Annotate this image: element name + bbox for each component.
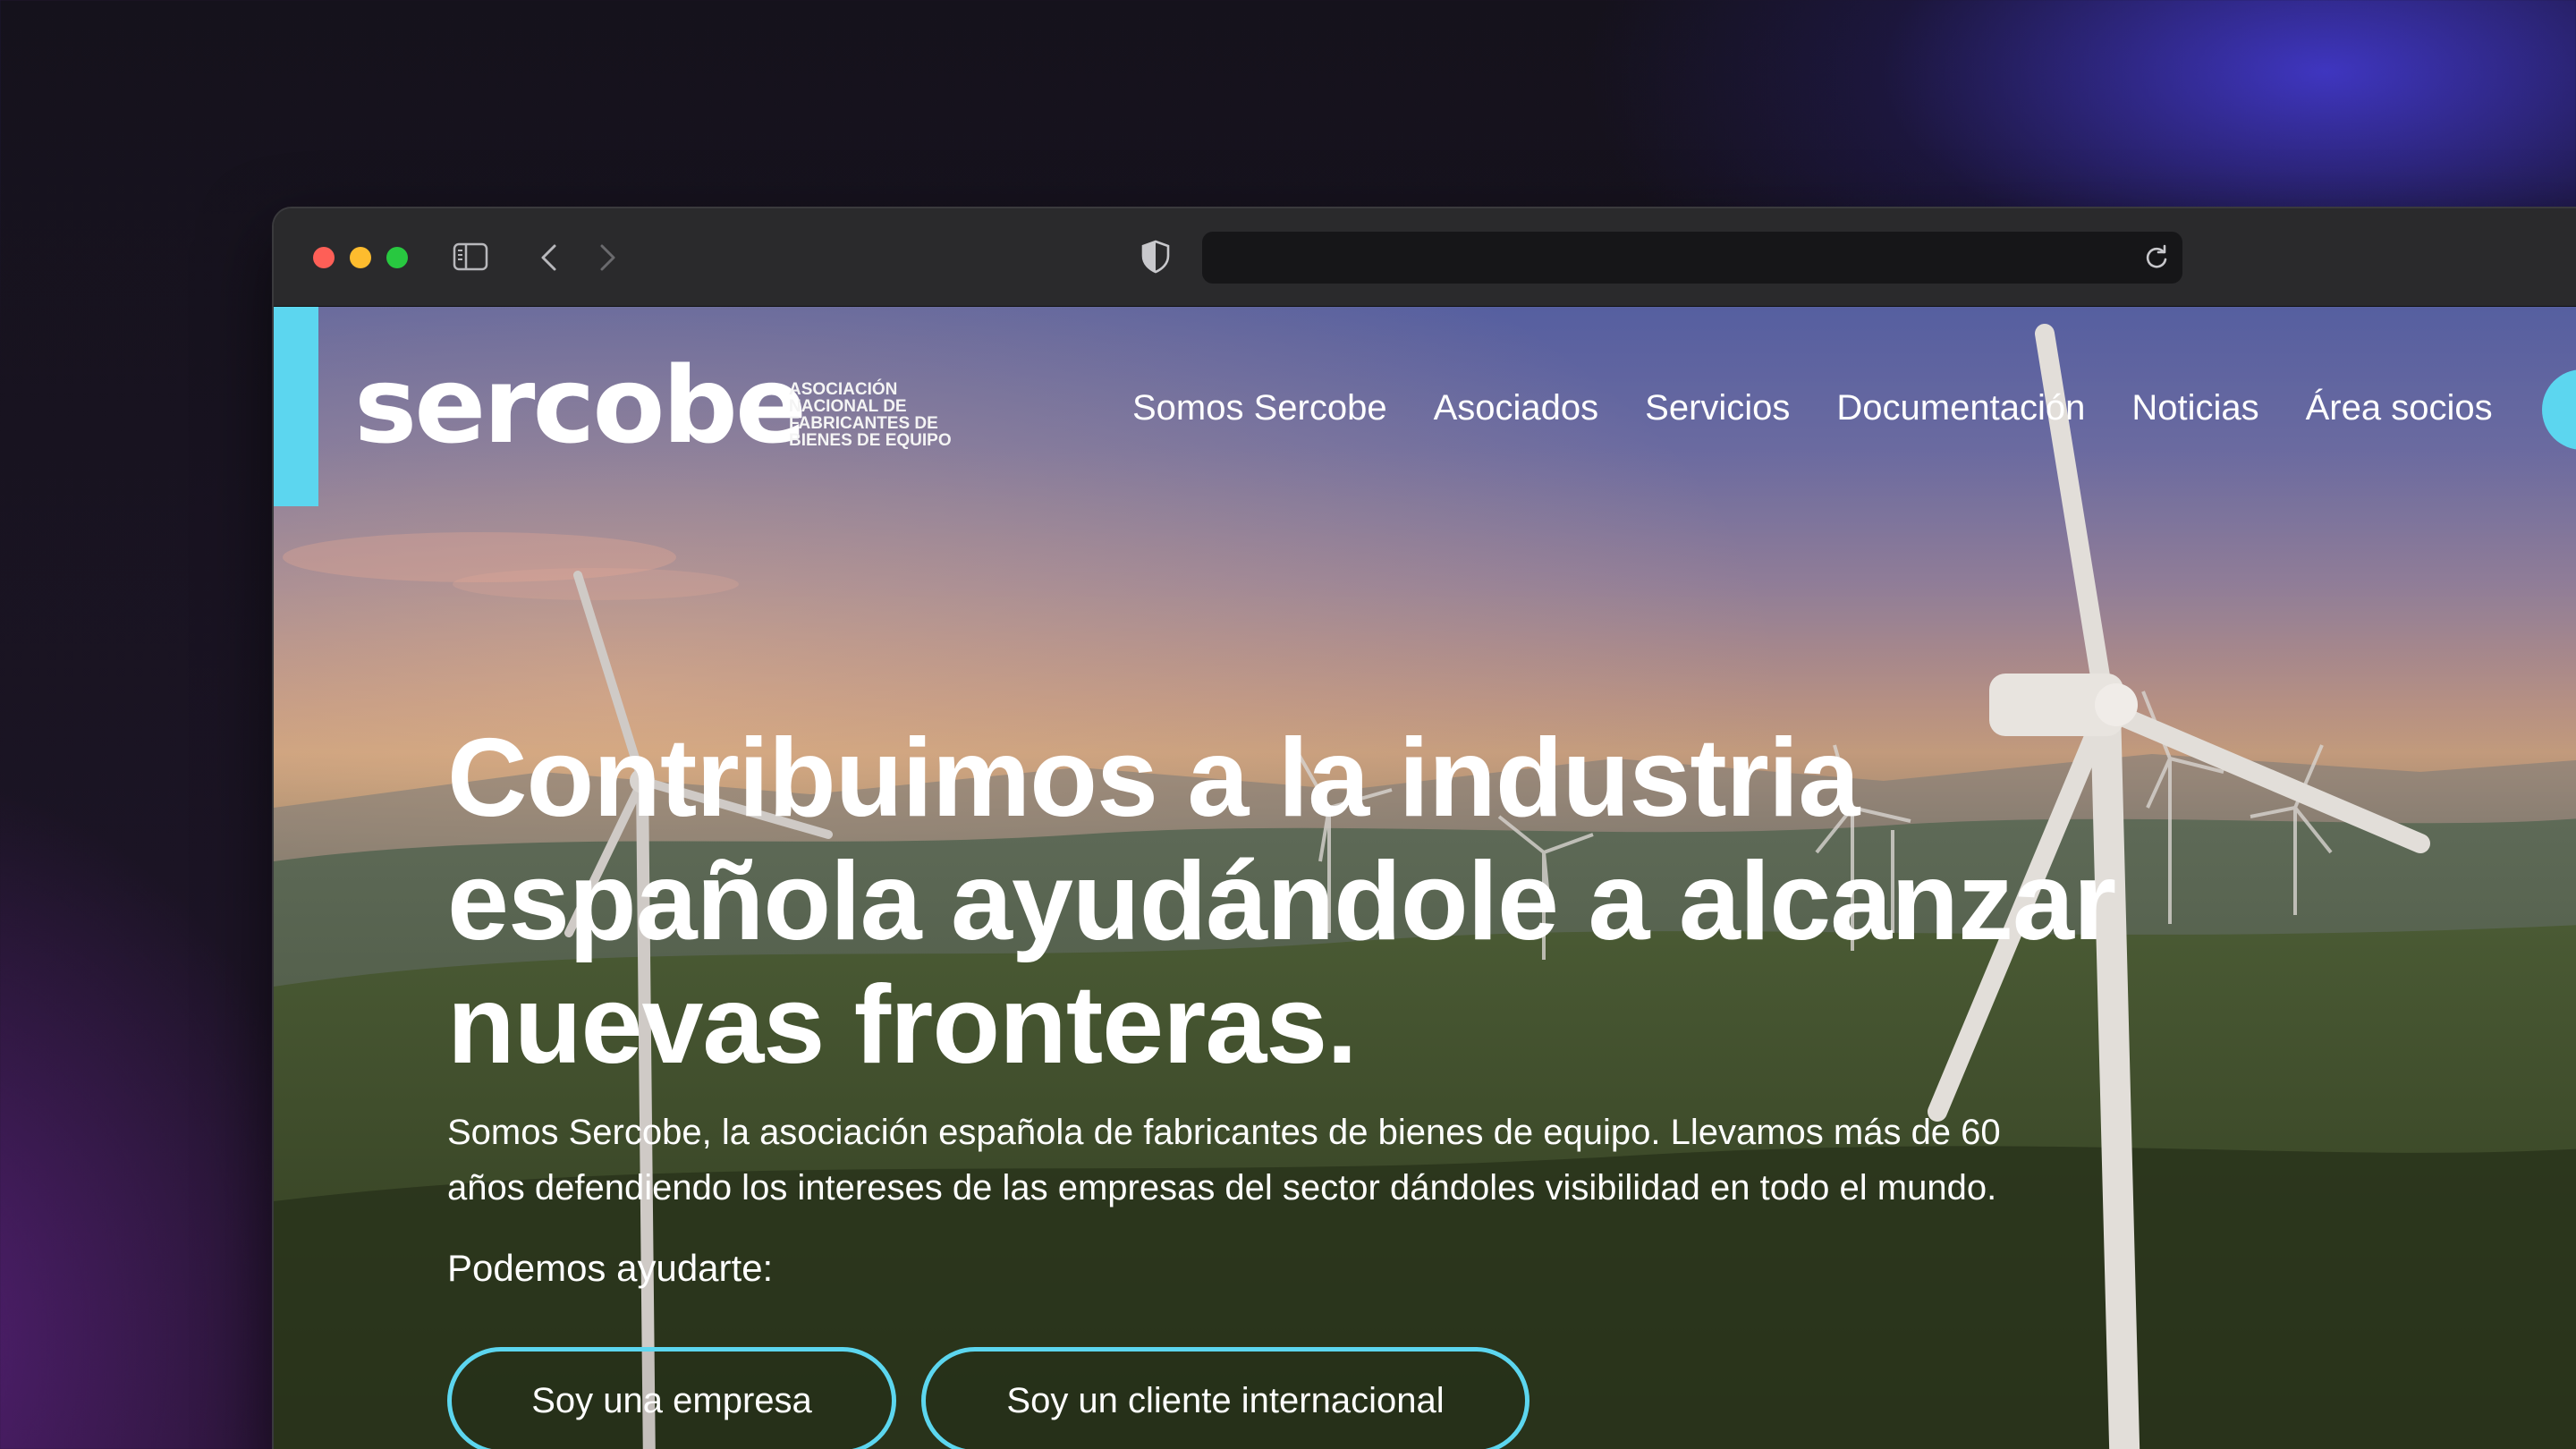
nav-item-documentacion[interactable]: Documentación (1836, 386, 2085, 430)
logo-accent-bar (274, 307, 318, 506)
soy-una-empresa-button[interactable]: Soy una empresa (447, 1347, 896, 1449)
nav-item-noticias[interactable]: Noticias (2131, 386, 2258, 430)
hero-description-line: Somos Sercobe, la asociación española de… (447, 1113, 2001, 1152)
logo-tagline-line: BIENES DE EQUIPO (789, 431, 952, 450)
minimize-window-button[interactable] (350, 247, 371, 268)
logo-tagline: ASOCIACIÓN NACIONAL DE FABRICANTES DE BI… (789, 381, 968, 449)
chevron-right-icon[interactable] (591, 241, 623, 275)
hero-title-line: española ayudándole a alcanzar (447, 840, 2116, 963)
close-window-button[interactable] (313, 247, 335, 268)
main-nav: Somos Sercobe Asociados Servicios Docume… (1132, 386, 2539, 430)
browser-window: sercobe ASOCIACIÓN NACIONAL DE FABRICANT… (274, 208, 2576, 1449)
logo-tagline-line: NACIONAL DE (789, 397, 907, 416)
web-page: sercobe ASOCIACIÓN NACIONAL DE FABRICANT… (274, 307, 2576, 1449)
maximize-window-button[interactable] (386, 247, 408, 268)
nav-item-area-socios[interactable]: Área socios (2306, 386, 2493, 430)
nav-item-somos-sercobe[interactable]: Somos Sercobe (1132, 386, 1387, 430)
address-bar[interactable] (1202, 232, 2182, 284)
browser-toolbar (274, 208, 2576, 307)
reload-icon[interactable] (2143, 244, 2170, 271)
sidebar-icon[interactable] (453, 242, 488, 271)
logo-tagline-line: ASOCIACIÓN (789, 380, 898, 399)
chevron-left-icon[interactable] (533, 241, 565, 275)
hero-description-line: años defendiendo los intereses de las em… (447, 1168, 1997, 1208)
nav-item-asociados[interactable]: Asociados (1434, 386, 1599, 430)
shield-icon[interactable] (1140, 239, 1172, 275)
help-label: Podemos ayudarte: (447, 1247, 774, 1289)
nav-item-servicios[interactable]: Servicios (1645, 386, 1790, 430)
logo-tagline-line: FABRICANTES DE (789, 414, 938, 433)
hero-title-line: nuevas fronteras. (447, 963, 1358, 1087)
hero-description: Somos Sercobe, la asociación española de… (447, 1105, 2147, 1216)
hero-title: Contribuimos a la industria española ayu… (447, 716, 2415, 1087)
soy-un-cliente-internacional-button[interactable]: Soy un cliente internacional (921, 1347, 1530, 1449)
sercobe-logo[interactable]: sercobe (354, 343, 807, 468)
hero-title-line: Contribuimos a la industria (447, 716, 1860, 840)
